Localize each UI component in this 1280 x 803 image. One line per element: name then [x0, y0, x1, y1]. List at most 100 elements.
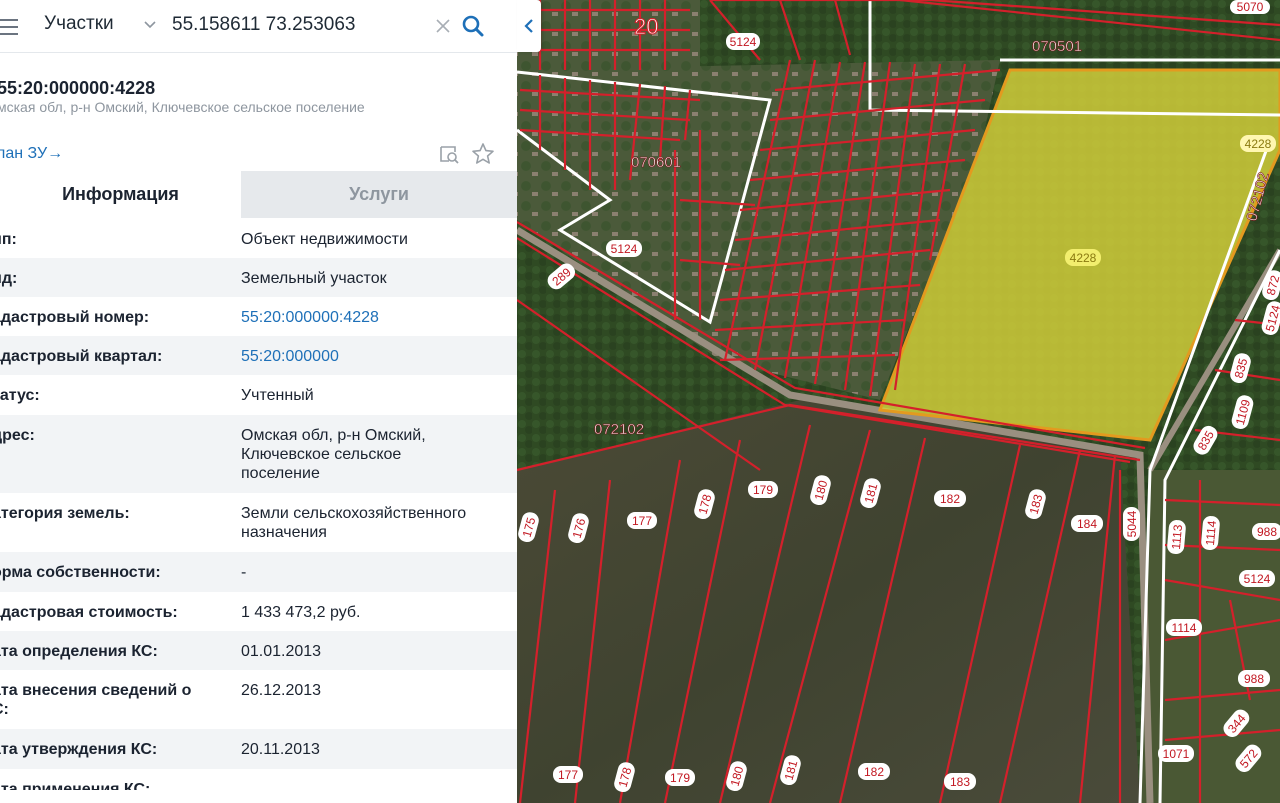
svg-text:5124: 5124 — [611, 242, 638, 256]
parcel-label: 4228 — [1240, 135, 1276, 152]
info-value: - — [241, 564, 247, 581]
info-value: Омская обл, р-н Омский, Ключевское сельск… — [241, 427, 426, 482]
svg-text:1114: 1114 — [1203, 520, 1219, 546]
quarter-label: 070601 — [631, 154, 681, 171]
svg-text:183: 183 — [950, 775, 970, 789]
favorite-star-icon[interactable] — [471, 142, 495, 166]
info-key: адастровый номер: — [0, 309, 150, 326]
info-row-cost-date: ата определения КС: 01.01.2013 — [0, 631, 517, 670]
svg-text:988: 988 — [1257, 525, 1277, 539]
print-preview-icon[interactable] — [438, 143, 460, 165]
info-row-cost-approval-date: ата утверждения КС: 20.11.2013 — [0, 729, 517, 769]
parcel-label: 179 — [748, 481, 778, 498]
info-key: дрес: — [0, 427, 35, 444]
parcel-label: 988 — [1238, 670, 1270, 687]
svg-text:1114: 1114 — [1172, 621, 1197, 635]
info-row-address: дрес: Омская обл, р-н Омский,Ключевское … — [0, 415, 517, 493]
info-row-ownership: орма собственности: - — [0, 552, 517, 592]
info-key: адастровый квартал: — [0, 348, 163, 365]
search-icon[interactable] — [461, 14, 485, 38]
parcel-label: 177 — [627, 512, 657, 529]
info-row-kind: ид: Земельный участок — [0, 258, 517, 297]
info-row-status: татус: Учтенный — [0, 375, 517, 415]
chevron-left-icon — [524, 19, 533, 33]
info-table: ип: Объект недвижимости ид: Земельный уч… — [0, 218, 517, 803]
info-value: 20.11.2013 — [241, 741, 320, 758]
parcel-label: 5124 — [606, 240, 642, 257]
svg-text:5070: 5070 — [1237, 0, 1264, 14]
parcel-address-subtitle: мская обл, р-н Омский, Ключевское сельск… — [0, 99, 365, 115]
info-key: ип: — [0, 231, 17, 248]
svg-text:4228: 4228 — [1245, 137, 1272, 151]
svg-text:4228: 4228 — [1070, 251, 1097, 265]
search-bar: Участки — [0, 0, 517, 53]
svg-text:5044: 5044 — [1125, 510, 1139, 537]
parcel-label: 4228 — [1065, 249, 1101, 266]
parcel-plan-link[interactable]: лан ЗУ→ — [0, 145, 63, 163]
info-key: татус: — [0, 387, 40, 404]
tab-services[interactable]: Услуги — [241, 171, 517, 218]
collapse-panel-button[interactable] — [517, 0, 541, 52]
info-value: 1 433 473,2 руб. — [241, 604, 361, 621]
info-value: Объект недвижимости — [241, 231, 408, 248]
panel-tabs: Информация Услуги — [0, 171, 517, 218]
info-value: Земельный участок — [241, 270, 387, 287]
svg-text:179: 179 — [670, 771, 690, 785]
quarter-label: 070501 — [1032, 38, 1082, 55]
parcel-label: 5044 — [1123, 507, 1140, 541]
parcel-label: 1114 — [1201, 516, 1220, 551]
svg-text:177: 177 — [558, 768, 578, 782]
parcel-label: 183 — [944, 773, 976, 790]
cadastral-number-link[interactable]: 55:20:000000:4228 — [241, 308, 511, 327]
chevron-down-icon[interactable] — [143, 18, 157, 32]
svg-text:988: 988 — [1244, 672, 1264, 686]
info-value: 26.12.2013 — [241, 682, 322, 699]
parcel-label: 5124 — [1239, 570, 1275, 587]
parcel-label: 182 — [858, 763, 890, 780]
parcel-label: 1071 — [1158, 745, 1194, 762]
parcel-label: 184 — [1071, 515, 1103, 532]
svg-text:1113: 1113 — [1169, 524, 1185, 550]
svg-text:5124: 5124 — [730, 35, 757, 49]
search-input[interactable] — [172, 10, 422, 40]
info-row-cadastral-quarter: адастровый квартал: 55:20:000000 — [0, 336, 517, 375]
info-row-type: ип: Объект недвижимости — [0, 218, 517, 258]
tab-information[interactable]: Информация — [0, 171, 241, 218]
svg-text:182: 182 — [940, 492, 960, 506]
info-row-cost-application-date: ата применения КС: — [0, 769, 517, 803]
quarter-label: 20 — [634, 14, 658, 39]
info-key: орма собственности: — [0, 564, 161, 581]
info-row-cadastral-cost: адастровая стоимость: 1 433 473,2 руб. — [0, 592, 517, 631]
info-key: ата применения КС: — [0, 781, 151, 798]
cadastral-quarter-link[interactable]: 55:20:000000 — [241, 347, 511, 366]
info-key: атегория земель: — [0, 505, 130, 522]
svg-text:184: 184 — [1077, 517, 1097, 531]
parcel-info-panel: Участки 55:20:000000:4228 мская обл, р-н… — [0, 0, 517, 803]
info-row-land-category: атегория земель: Земли сельскохозяйствен… — [0, 493, 517, 552]
hamburger-menu-icon[interactable] — [0, 16, 18, 36]
parcel-label: 182 — [934, 490, 966, 507]
info-key: ата определения КС: — [0, 643, 158, 660]
svg-text:179: 179 — [753, 483, 773, 497]
info-key: адастровая стоимость: — [0, 604, 178, 621]
parcel-label: 177 — [553, 766, 583, 783]
info-row-cadastral-number: адастровый номер: 55:20:000000:4228 — [0, 297, 517, 336]
close-icon[interactable] — [434, 17, 452, 35]
info-value: Учтенный — [241, 387, 314, 404]
info-value: Земли сельскохозяйственного назначения — [241, 505, 467, 541]
svg-text:5124: 5124 — [1244, 572, 1271, 586]
svg-text:177: 177 — [632, 514, 652, 528]
parcel-label: 5124 — [726, 33, 760, 50]
info-key: ид: — [0, 270, 18, 287]
quarter-label: 072102 — [594, 421, 644, 438]
svg-text:1071: 1071 — [1163, 747, 1190, 761]
parcel-label: 988 — [1252, 523, 1280, 540]
info-key: ата утверждения КС: — [0, 741, 158, 758]
layer-select[interactable]: Участки — [44, 13, 114, 35]
parcel-label: 179 — [665, 769, 695, 786]
info-value: 01.01.2013 — [241, 643, 322, 660]
parcel-label: 1114 — [1166, 619, 1202, 636]
parcel-label: 1113 — [1167, 520, 1186, 555]
parcel-number-title: 55:20:000000:4228 — [0, 78, 156, 98]
svg-text:182: 182 — [864, 765, 884, 779]
